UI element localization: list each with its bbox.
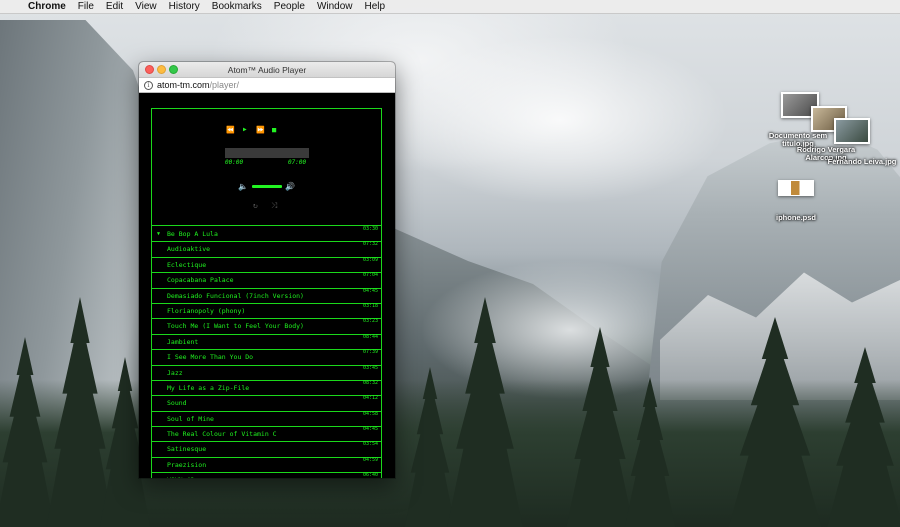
- now-playing-icon: ▼: [157, 231, 161, 237]
- playlist-track[interactable]: Sound 04:12: [152, 395, 381, 412]
- track-title: The Real Colour of Vitamin C: [167, 430, 277, 439]
- desktop-file-label[interactable]: Fernando Leiva.jpg: [826, 158, 898, 166]
- track-duration: 03:30: [362, 226, 378, 232]
- fast-forward-icon[interactable]: ⏩: [256, 126, 265, 134]
- playlist-track[interactable]: Praezision 04:59: [152, 456, 381, 474]
- track-title: Sound: [167, 399, 187, 408]
- track-title: Satinesque: [167, 445, 207, 454]
- track-title: Eclectique: [167, 260, 207, 269]
- menu-people[interactable]: People: [268, 1, 311, 12]
- menu-window[interactable]: Window: [311, 1, 359, 12]
- track-title: Copacabana Palace: [167, 276, 234, 285]
- playlist-track[interactable]: I See More Than You Do 07:39: [152, 349, 381, 366]
- menu-history[interactable]: History: [163, 1, 206, 12]
- track-title: VSVN #3: [167, 476, 194, 478]
- playlist-track[interactable]: Copacabana Palace 07:04: [152, 272, 381, 289]
- address-bar[interactable]: i atom-tm.com /player/: [139, 78, 395, 93]
- track-title: Soul of Mine: [167, 414, 214, 423]
- track-duration: 04:58: [362, 410, 378, 417]
- track-duration: 03:54: [362, 441, 378, 448]
- current-time: 00:00: [225, 159, 244, 166]
- menu-app-name[interactable]: Chrome: [26, 1, 72, 12]
- minimize-window-button[interactable]: [157, 65, 166, 74]
- menu-bar: Chrome File Edit View History Bookmarks …: [0, 0, 900, 14]
- track-duration: 07:39: [362, 349, 378, 356]
- track-duration: 06:40: [362, 472, 378, 478]
- playlist-track[interactable]: Florianopoly (phony) 03:18: [152, 302, 381, 320]
- track-duration: 04:12: [362, 395, 378, 402]
- url-path: /player/: [209, 80, 240, 90]
- menu-file[interactable]: File: [72, 1, 100, 12]
- shuffle-icon[interactable]: ⤨: [271, 201, 277, 211]
- track-title: My Life as a Zip-File: [167, 383, 250, 392]
- window-titlebar[interactable]: Atom™ Audio Player: [139, 62, 395, 78]
- track-duration: 07:04: [362, 272, 378, 279]
- browser-window: Atom™ Audio Player i atom-tm.com /player…: [139, 62, 395, 478]
- menu-view[interactable]: View: [129, 1, 163, 12]
- track-title: Demasiado Funcional (7inch Version): [167, 291, 304, 300]
- desktop-wallpaper: [0, 0, 900, 527]
- track-title: Audioaktive: [167, 245, 211, 254]
- menu-edit[interactable]: Edit: [100, 1, 129, 12]
- track-duration: 04:45: [362, 287, 378, 294]
- maximize-window-button[interactable]: [169, 65, 178, 74]
- menu-bookmarks[interactable]: Bookmarks: [206, 1, 268, 12]
- menu-help[interactable]: Help: [359, 1, 392, 12]
- track-duration: 04:59: [362, 456, 378, 463]
- rewind-icon[interactable]: ⏪: [226, 126, 235, 134]
- site-info-icon[interactable]: i: [144, 80, 153, 90]
- playlist-track[interactable]: Touch Me (I Want to Feel Your Body) 03:23: [152, 318, 381, 335]
- track-title: Praezision: [167, 460, 207, 469]
- playlist-track[interactable]: My Life as a Zip-File 08:32: [152, 379, 381, 397]
- desktop-file-label[interactable]: iphone.psd: [760, 214, 832, 222]
- close-window-button[interactable]: [145, 65, 154, 74]
- repeat-icon[interactable]: ↻: [253, 201, 258, 210]
- playlist-track[interactable]: Audioaktive 07:32: [152, 241, 381, 258]
- player-controls: ⏪ ▶ ⏩ ■ 00:00 07:00 🔈 🔊 ↻ ⤨: [152, 109, 381, 226]
- progress-bar[interactable]: [225, 148, 309, 158]
- desktop-file-thumbnail[interactable]: [778, 180, 814, 196]
- playlist-track[interactable]: Soul of Mine 04:58: [152, 410, 381, 428]
- track-duration: 03:09: [362, 256, 378, 263]
- track-title: Florianopoly (phony): [167, 306, 246, 315]
- track-duration: 03:18: [362, 302, 378, 309]
- track-title: Jambient: [167, 337, 199, 346]
- volume-low-icon[interactable]: 🔈: [238, 182, 248, 191]
- track-title: I See More Than You Do: [167, 353, 254, 362]
- track-title: Be Bop A Lula: [167, 230, 218, 238]
- playlist-track[interactable]: Eclectique 03:09: [152, 256, 381, 274]
- playlist-track[interactable]: Demasiado Funcional (7inch Version) 04:45: [152, 287, 381, 304]
- track-title: Touch Me (I Want to Feel Your Body): [167, 322, 304, 331]
- audio-player: ⏪ ▶ ⏩ ■ 00:00 07:00 🔈 🔊 ↻ ⤨ ▼ Be Bop A Lu…: [151, 108, 382, 478]
- playlist-track[interactable]: Satinesque 03:54: [152, 441, 381, 458]
- play-icon[interactable]: ▶: [243, 126, 247, 134]
- url-host: atom-tm.com: [157, 80, 210, 90]
- playlist-track[interactable]: ▼ Be Bop A Lula 03:30: [152, 226, 381, 243]
- volume-slider[interactable]: [252, 185, 282, 188]
- total-time: 07:00: [288, 159, 307, 166]
- track-duration: 04:45: [362, 426, 378, 433]
- playlist-track[interactable]: Jambient 08:44: [152, 333, 381, 351]
- playlist-track[interactable]: VSVN #3 06:40: [152, 472, 381, 478]
- desktop-file-thumbnail[interactable]: [834, 118, 870, 144]
- track-duration: 07:32: [362, 241, 378, 248]
- playlist-track[interactable]: The Real Colour of Vitamin C 04:45: [152, 426, 381, 443]
- track-duration: 03:23: [362, 318, 378, 325]
- track-duration: 03:45: [362, 364, 378, 371]
- track-duration: 08:32: [362, 379, 378, 386]
- track-duration: 08:44: [362, 333, 378, 340]
- volume-high-icon[interactable]: 🔊: [285, 182, 295, 191]
- playlist: ▼ Be Bop A Lula 03:30 Audioaktive 07:32 Eclec…: [152, 226, 381, 478]
- stop-icon[interactable]: ■: [272, 126, 276, 134]
- track-title: Jazz: [167, 368, 183, 377]
- playlist-track[interactable]: Jazz 03:45: [152, 364, 381, 381]
